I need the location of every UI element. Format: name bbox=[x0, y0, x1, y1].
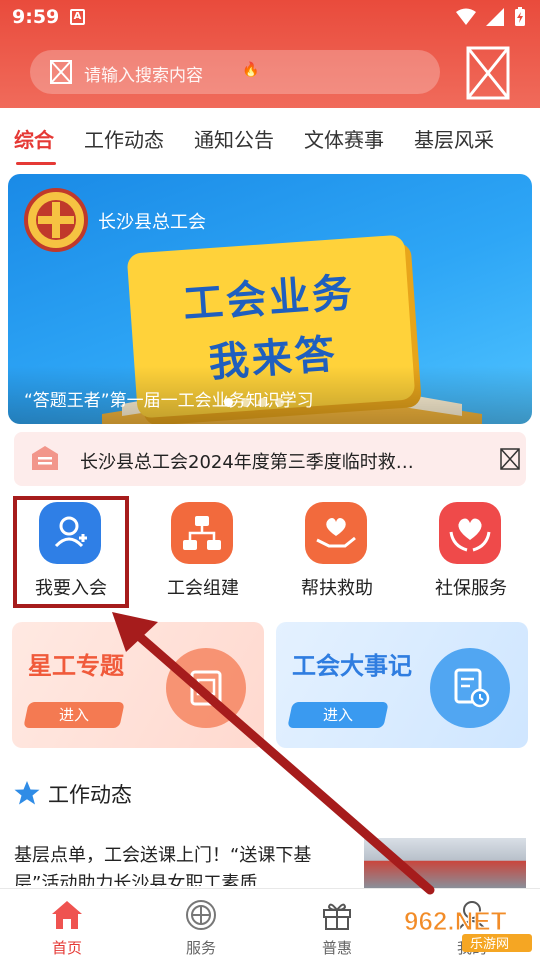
heart-hands-icon bbox=[439, 502, 501, 564]
notification-icon: A bbox=[70, 9, 85, 25]
status-icons bbox=[456, 7, 526, 27]
search-input[interactable]: 请输入搜索内容 🔥 bbox=[30, 50, 440, 94]
signal-icon bbox=[486, 8, 504, 26]
status-bar: 9:59 A bbox=[0, 0, 540, 36]
announcement-icon bbox=[32, 446, 58, 470]
carousel-dot[interactable] bbox=[241, 398, 250, 407]
watermark-logo: 962.NET 乐游网 bbox=[404, 906, 532, 952]
battery-icon bbox=[515, 7, 525, 26]
star-icon bbox=[14, 781, 40, 805]
enter-button-label: 进入 bbox=[58, 706, 89, 724]
service-union-setup[interactable]: 工会组建 bbox=[143, 494, 263, 606]
section-title: 工作动态 bbox=[48, 783, 132, 807]
annotation-highlight-box bbox=[13, 496, 129, 608]
card-union-chronicle[interactable]: 工会大事记 进入 bbox=[276, 622, 528, 748]
enter-button[interactable]: 进入 bbox=[287, 702, 389, 728]
carousel-dot[interactable] bbox=[224, 398, 233, 407]
clock-document-icon bbox=[430, 648, 510, 728]
tab-comprehensive[interactable]: 综合 bbox=[14, 124, 56, 165]
watermark-subtext: 乐游网 bbox=[470, 937, 509, 952]
nav-services[interactable]: 服务 bbox=[161, 895, 241, 957]
banner-org-name: 长沙县总工会 bbox=[98, 212, 206, 233]
nav-label: 普惠 bbox=[321, 939, 352, 957]
nav-label: 首页 bbox=[51, 939, 82, 957]
enter-button[interactable]: 进入 bbox=[23, 702, 125, 728]
service-label: 工会组建 bbox=[167, 578, 239, 599]
broken-image-icon bbox=[50, 60, 72, 84]
flame-icon: 🔥 bbox=[242, 62, 260, 78]
tab-notices[interactable]: 通知公告 bbox=[194, 124, 274, 153]
heart-hand-icon bbox=[305, 502, 367, 564]
union-emblem-icon bbox=[24, 188, 88, 252]
card-star-worker-topic[interactable]: 星工专题 进入 bbox=[12, 622, 264, 748]
broken-image-icon[interactable] bbox=[466, 46, 510, 100]
service-assistance[interactable]: 帮扶救助 bbox=[277, 494, 397, 606]
tab-work-news[interactable]: 工作动态 bbox=[84, 124, 164, 153]
card-title: 工会大事记 bbox=[292, 652, 412, 680]
news-thumbnail[interactable] bbox=[364, 838, 526, 888]
watermark-text: 962.NET bbox=[404, 906, 507, 936]
news-item-title[interactable]: 基层点单，工会送课上门！“送课下基层”活动助力长沙县女职工素质… bbox=[14, 842, 354, 886]
service-label: 帮扶救助 bbox=[301, 578, 373, 599]
carousel-dots bbox=[224, 398, 284, 407]
nav-benefits[interactable]: 普惠 bbox=[297, 895, 377, 957]
carousel-dot[interactable] bbox=[275, 398, 284, 407]
book-icon bbox=[166, 648, 246, 728]
notice-bar[interactable]: 长沙县总工会2024年度第三季度临时救… bbox=[14, 432, 526, 486]
status-time: 9:59 bbox=[12, 6, 60, 28]
carousel-dot[interactable] bbox=[258, 398, 267, 407]
home-icon bbox=[52, 901, 82, 929]
tab-grassroots[interactable]: 基层风采 bbox=[414, 124, 494, 153]
tab-sports-culture[interactable]: 文体赛事 bbox=[304, 124, 384, 153]
nav-label: 服务 bbox=[185, 939, 216, 957]
header: 9:59 A 请输入搜索内容 🔥 bbox=[0, 0, 540, 108]
card-title: 星工专题 bbox=[28, 652, 124, 680]
notice-text: 长沙县总工会2024年度第三季度临时救… bbox=[80, 452, 414, 473]
search-placeholder: 请输入搜索内容 bbox=[84, 66, 203, 86]
tab-bar: 综合 工作动态 通知公告 文体赛事 基层风采 bbox=[0, 108, 540, 168]
enter-button-label: 进入 bbox=[322, 706, 353, 724]
union-emblem-icon bbox=[186, 900, 216, 930]
service-label: 社保服务 bbox=[435, 578, 507, 599]
nav-home[interactable]: 首页 bbox=[27, 895, 107, 957]
banner-carousel[interactable]: 长沙县总工会 工会业务 我来答 “答题王者”第一届一工会业务知识学习 bbox=[8, 174, 532, 424]
wifi-icon bbox=[456, 8, 476, 25]
service-social-security[interactable]: 社保服务 bbox=[411, 494, 531, 606]
org-chart-icon bbox=[171, 502, 233, 564]
gift-icon bbox=[323, 903, 351, 930]
broken-image-icon bbox=[500, 448, 520, 470]
